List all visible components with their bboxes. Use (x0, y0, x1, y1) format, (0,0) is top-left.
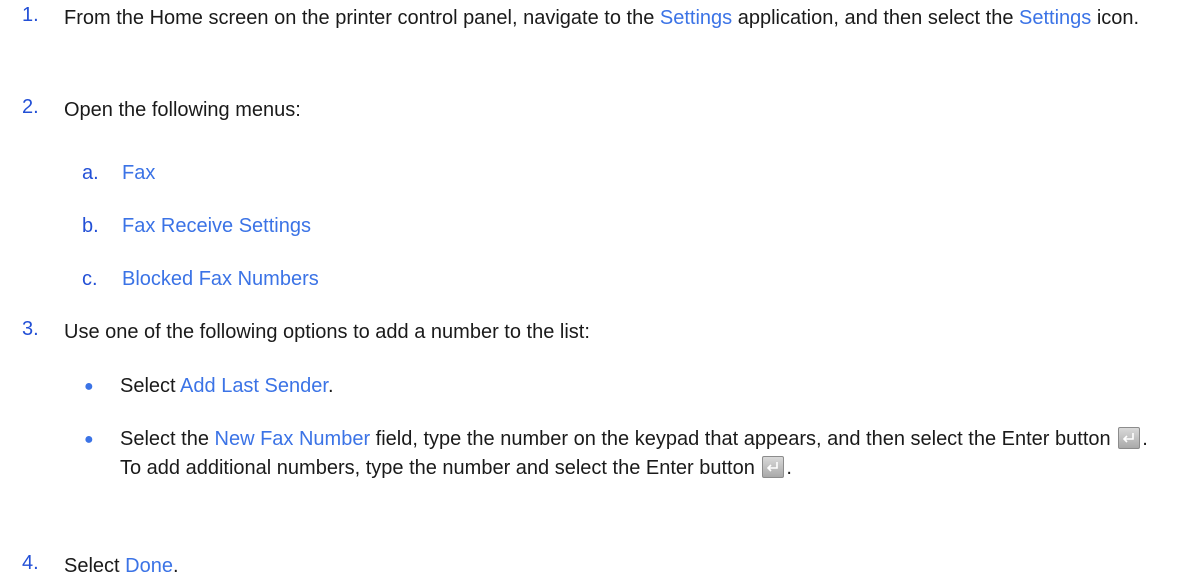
step-text: From the Home screen on the printer cont… (64, 4, 1164, 33)
step-number: 3. (22, 318, 39, 340)
menu-blocked-fax-numbers: Blocked Fax Numbers (122, 268, 319, 290)
text-segment: field, type the number on the keypad tha… (370, 428, 1117, 450)
menu-fax: Fax (122, 162, 156, 184)
text-segment: Select (64, 555, 126, 577)
bullet-text: Select Add Last Sender. (120, 372, 1170, 401)
step-text: Open the following menus: (64, 99, 301, 121)
step-number: 2. (22, 96, 39, 118)
bullet-icon: ● (84, 431, 94, 448)
bullet-icon: ● (84, 378, 94, 395)
bullet-text: Select the New Fax Number field, type th… (120, 425, 1170, 483)
text-segment: icon. (1091, 7, 1140, 29)
text-segment: From the Home screen on the printer cont… (64, 7, 660, 29)
step-number: 1. (22, 4, 39, 26)
text-segment: . (327, 375, 334, 397)
step-number: 4. (22, 552, 39, 574)
text-segment: . (172, 555, 179, 577)
ui-term-add-last-sender: Add Last Sender (180, 375, 328, 397)
step-text: Select Done. (64, 552, 1164, 581)
ui-term-new-fax-number: New Fax Number (214, 428, 371, 450)
enter-key-icon (762, 456, 785, 478)
substep-letter: b. (82, 215, 99, 237)
text-segment: Select the (120, 428, 215, 450)
ui-term-settings: Settings (659, 7, 733, 29)
menu-fax-receive-settings: Fax Receive Settings (122, 215, 311, 237)
enter-key-icon (1118, 427, 1141, 449)
substep-letter: a. (82, 162, 99, 184)
substep-letter: c. (82, 268, 98, 290)
ui-term-settings: Settings (1019, 7, 1092, 29)
step-text: Use one of the following options to add … (64, 321, 590, 343)
ui-term-done: Done (125, 555, 173, 577)
text-segment: application, and then select the (732, 7, 1020, 29)
text-segment: Select (120, 375, 181, 397)
text-segment: . (786, 457, 792, 479)
